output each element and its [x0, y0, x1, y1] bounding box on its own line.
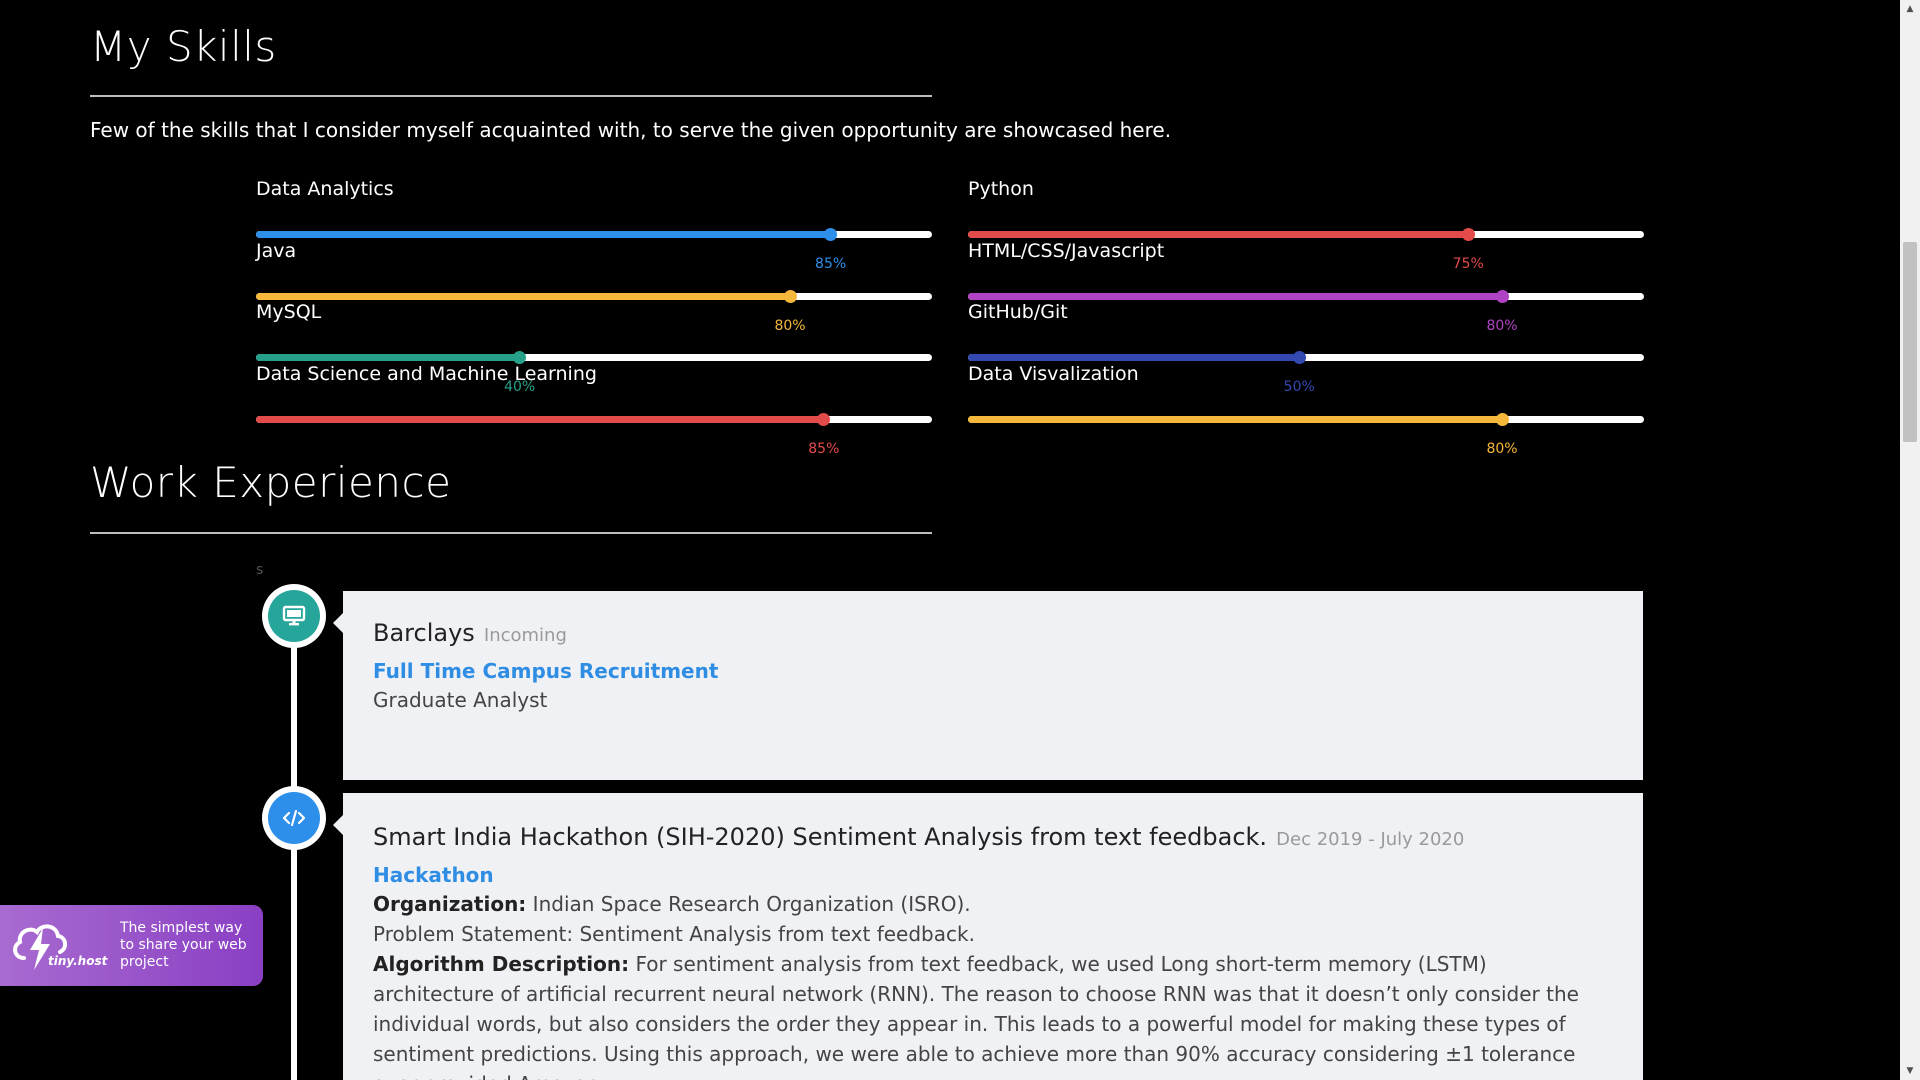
skills-divider: [90, 95, 932, 97]
skill-item: Data Analytics 85%: [256, 178, 932, 272]
skill-item: Data Visvalization 80%: [968, 362, 1644, 457]
experience-date: Incoming: [483, 625, 567, 646]
skill-name: HTML/CSS/Javascript: [968, 239, 1165, 262]
experience-title: Barclays: [373, 619, 475, 647]
scroll-up-icon[interactable]: ▲: [1900, 0, 1920, 18]
skill-name: MySQL: [256, 301, 322, 323]
work-divider: [90, 532, 932, 534]
skill-progress-bar: 85%: [256, 412, 932, 457]
skill-name: Data Science and Machine Learning: [256, 362, 597, 385]
skills-right-column: Python 75% HTML/CSS/Javascript 80% GitHu…: [968, 178, 1644, 457]
monitor-icon: [268, 590, 320, 642]
skills-heading: My Skills: [90, 22, 277, 71]
code-icon: [268, 792, 320, 844]
timeline-marker: [262, 584, 326, 648]
scroll-thumb[interactable]: [1903, 242, 1917, 442]
skill-name: Python: [968, 178, 1034, 200]
skill-progress-bar: 75%: [968, 228, 1644, 272]
skill-item: Data Science and Machine Learning 85%: [256, 362, 932, 457]
lightning-cloud-icon: tiny.host: [10, 916, 110, 976]
experience-title: Smart India Hackathon (SIH-2020) Sentime…: [373, 823, 1268, 851]
skill-progress-bar: 85%: [256, 228, 932, 272]
experience-subtitle: Hackathon: [373, 863, 494, 887]
experience-card: Smart India Hackathon (SIH-2020) Sentime…: [333, 793, 1643, 1080]
skill-item: MySQL 40%: [256, 301, 932, 395]
skill-progress-bar: 80%: [256, 289, 932, 334]
skill-progress-bar: 50%: [968, 351, 1644, 395]
skill-item: GitHub/Git 50%: [968, 301, 1644, 395]
detail-label: Organization:: [373, 892, 527, 916]
skill-progress-bar: 80%: [968, 289, 1644, 334]
skills-left-column: Data Analytics 85% Java 80% MySQL 40% Da…: [256, 178, 932, 457]
skill-name: Data Analytics: [256, 178, 394, 200]
skill-percent: 85%: [808, 440, 840, 457]
skill-progress-bar: 80%: [968, 412, 1644, 457]
tinyhost-badge[interactable]: tiny.host The simplest way to share your…: [0, 905, 263, 986]
badge-text: The simplest way to share your web proje…: [120, 920, 247, 970]
experience-card: Barclays Incoming Full Time Campus Recru…: [333, 591, 1643, 780]
progress-handle: [1495, 412, 1509, 426]
skill-progress-bar: 40%: [256, 351, 932, 395]
experience-detail: Organization: Indian Space Research Orga…: [373, 889, 1613, 919]
experience-subtitle: Full Time Campus Recruitment: [373, 659, 719, 683]
badge-brand: tiny.host: [48, 953, 108, 968]
timeline-marker: [262, 786, 326, 850]
skill-percent: 80%: [1486, 440, 1518, 457]
detail-text: Problem Statement: Sentiment Analysis fr…: [373, 922, 975, 946]
skill-item: HTML/CSS/Javascript 80%: [968, 239, 1644, 334]
progress-handle: [817, 412, 831, 426]
vertical-scrollbar[interactable]: ▲ ▼: [1900, 0, 1920, 1080]
detail-text: Indian Space Research Organization (ISRO…: [532, 892, 971, 916]
experience-detail: Graduate Analyst: [373, 685, 1613, 715]
scroll-down-icon[interactable]: ▼: [1900, 1062, 1920, 1080]
skill-name: GitHub/Git: [968, 301, 1068, 323]
experience-date: Dec 2019 - July 2020: [1276, 829, 1465, 850]
detail-text: Graduate Analyst: [373, 688, 548, 712]
experience-detail: Algorithm Description: For sentiment ana…: [373, 949, 1613, 1080]
detail-label: Algorithm Description:: [373, 952, 630, 976]
skill-name: Java: [256, 239, 297, 262]
skill-name: Data Visvalization: [968, 362, 1139, 385]
stray-text: s: [256, 562, 264, 578]
work-heading: Work Experience: [90, 458, 452, 507]
skill-item: Python 75%: [968, 178, 1644, 272]
experience-detail: Problem Statement: Sentiment Analysis fr…: [373, 919, 1613, 949]
skills-intro: Few of the skills that I consider myself…: [90, 118, 1172, 142]
skill-item: Java 80%: [256, 239, 932, 334]
portfolio-page: My Skills Few of the skills that I consi…: [0, 0, 1920, 1080]
